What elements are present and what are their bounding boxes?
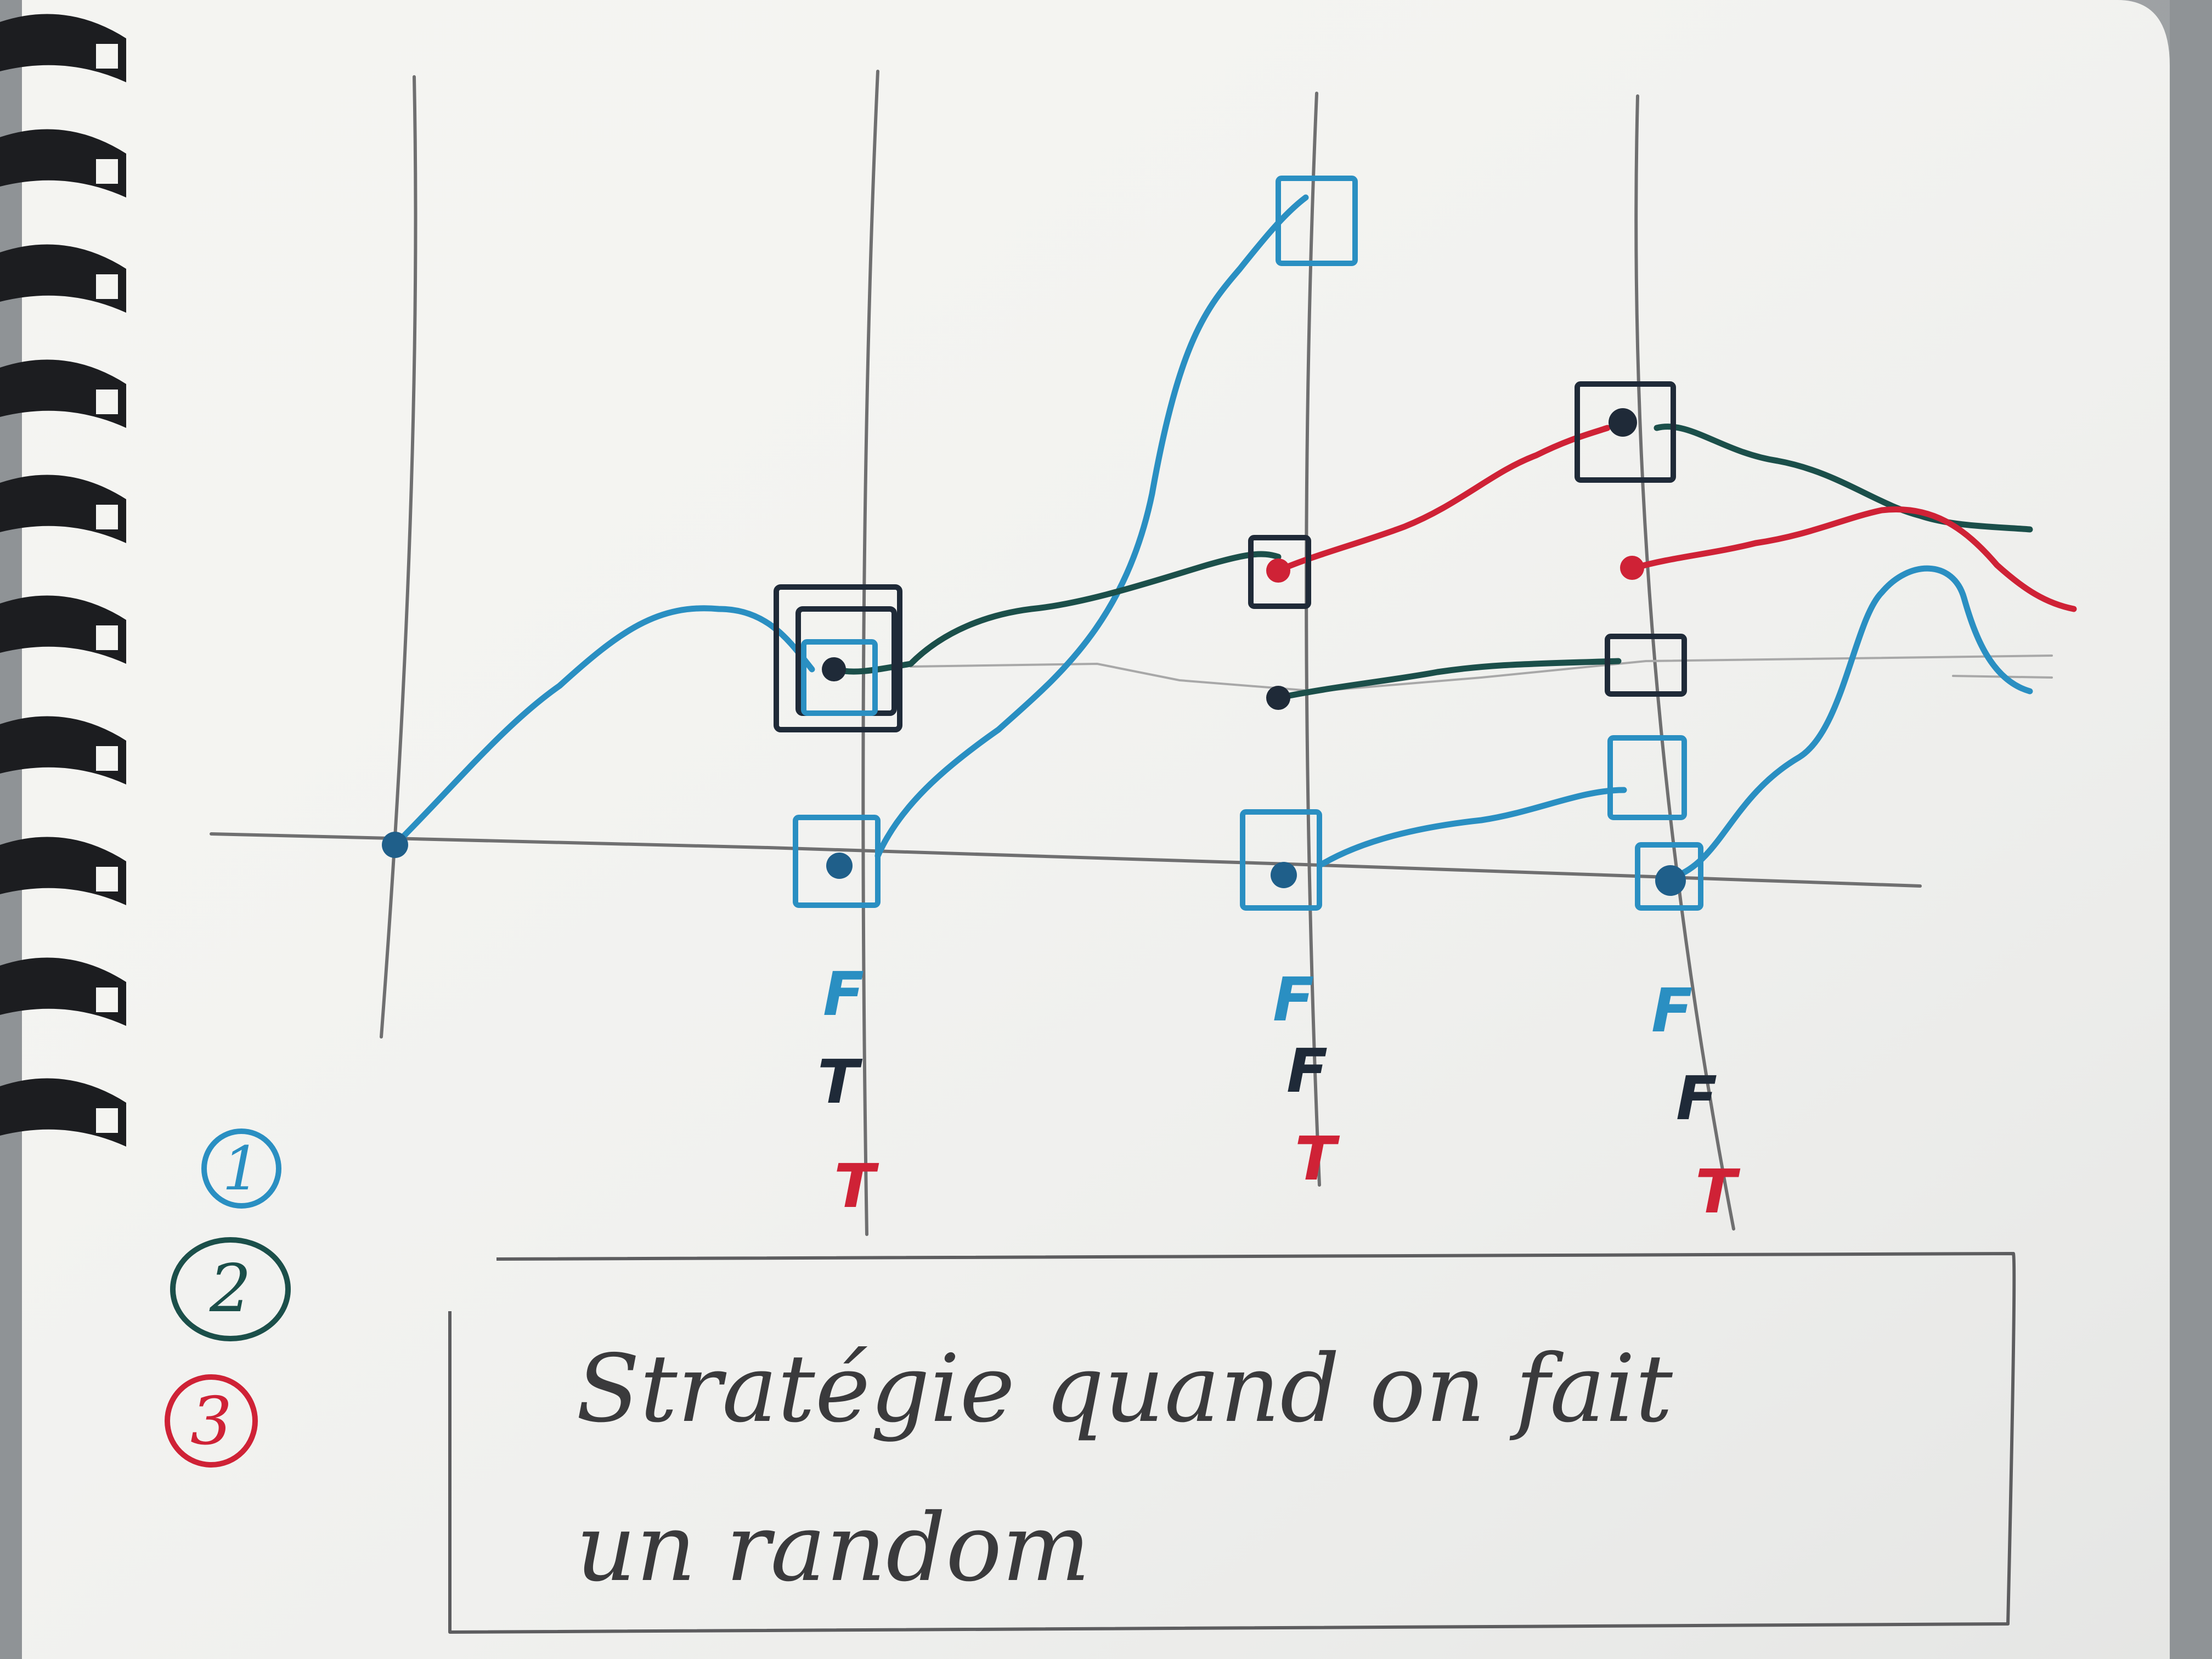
spiral-hole [96, 390, 118, 414]
col2-label-1: F [1273, 964, 1314, 1035]
col1-label-2: T [817, 1047, 863, 1117]
node-dot-col3-bottom [1655, 865, 1686, 896]
col1-label-1: F [823, 959, 864, 1029]
col3-label-3: T [1695, 1156, 1741, 1227]
caption-line-2: un random [576, 1494, 1091, 1602]
col3-label-1: F [1651, 975, 1692, 1046]
spiral-hole [96, 44, 118, 69]
node-dot-col3-top [1609, 408, 1637, 437]
spiral-hole [96, 988, 118, 1012]
spiral-hole [96, 274, 118, 299]
legend-number-2: 2 [209, 1251, 251, 1327]
node-dot-col2-bottom [1271, 862, 1297, 888]
origin-dot [382, 832, 408, 858]
node-dot-col2-green [1266, 686, 1290, 710]
node-dot-col1-mid [822, 657, 846, 681]
node-dot-col2-red [1266, 558, 1290, 583]
legend-number-1: 1 [222, 1133, 261, 1204]
node-dot-col1-bottom [826, 853, 853, 879]
col1-label-3: T [834, 1151, 879, 1221]
legend-number-3: 3 [190, 1384, 232, 1460]
col2-label-3: T [1295, 1124, 1340, 1194]
node-dot-col3-red [1620, 556, 1644, 580]
col2-label-2: F [1286, 1036, 1328, 1106]
spiral-hole [96, 625, 118, 650]
spiral-hole [96, 159, 118, 184]
spiral-hole [96, 505, 118, 529]
caption-line-1: Stratégie quand on fait [576, 1335, 1673, 1443]
spiral-hole [96, 746, 118, 771]
notebook-photo: F T T F F T F F T 1 2 3 Stratégie quand … [0, 0, 2212, 1659]
spiral-hole [96, 867, 118, 891]
col3-label-2: F [1676, 1063, 1717, 1133]
spiral-hole [96, 1108, 118, 1133]
